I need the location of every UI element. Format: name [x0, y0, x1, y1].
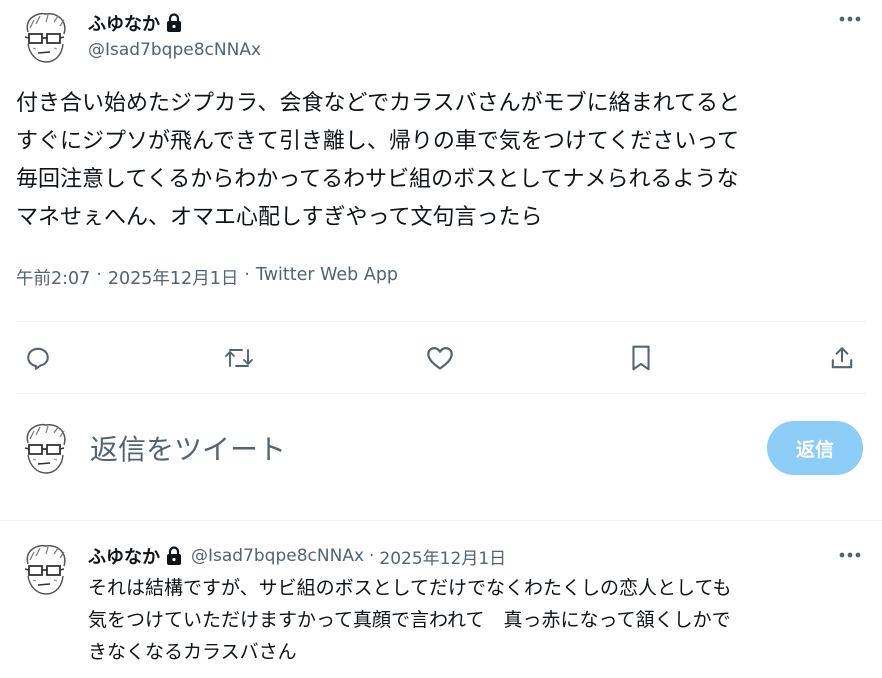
bookmark-icon[interactable]	[623, 340, 659, 376]
more-icon[interactable]	[835, 540, 865, 570]
divider	[0, 520, 882, 521]
reply-text-line: きなくなるカラスバさん	[88, 641, 297, 663]
author-display-name[interactable]: ふゆなか	[88, 10, 160, 36]
reply-author-avatar[interactable]	[16, 540, 74, 598]
reply-author-display-name[interactable]: ふゆなか	[88, 543, 160, 569]
meta-separator: ·	[369, 546, 375, 566]
author-handle[interactable]: @Isad7bqpe8cNNAx	[88, 40, 261, 60]
composer-avatar[interactable]	[16, 419, 74, 477]
tweet-source[interactable]: Twitter Web App	[256, 265, 398, 290]
meta-separator: ·	[96, 265, 102, 285]
reply-date[interactable]: 2025年12月1日	[379, 544, 506, 569]
reply-icon[interactable]	[20, 340, 56, 376]
lock-icon	[165, 13, 183, 33]
retweet-icon[interactable]	[221, 340, 257, 376]
divider	[16, 321, 866, 322]
tweet-time[interactable]: 午前2:07	[16, 265, 90, 290]
meta-separator: ·	[244, 265, 250, 285]
tweet-text-line: マネせぇへん、オマエ心配しすぎやって文句言ったら	[16, 205, 543, 230]
avatar-drawing	[24, 423, 66, 474]
tweet-text-line: 毎回注意してくるからわかってるわサビ組のボスとしてナメられるような	[16, 167, 739, 192]
lock-icon	[165, 546, 183, 566]
tweet-meta: 午前2:07 · 2025年12月1日 · Twitter Web App	[16, 265, 398, 290]
more-icon[interactable]	[835, 4, 865, 34]
reply-text: それは結構ですが、サビ組のボスとしてだけでなくわたくしの恋人としても 気をつけて…	[88, 572, 868, 668]
tweet-text-line: 付き合い始めたジプカラ、会食などでカラスバさんがモブに絡まれてると	[16, 91, 741, 116]
reply-author-handle[interactable]: @Isad7bqpe8cNNAx	[191, 546, 364, 566]
reply-text-line: 気をつけていただけますかって真顔で言われて 真っ赤になって頷くしかで	[88, 609, 731, 631]
author-name-row: ふゆなか	[88, 10, 183, 36]
share-icon[interactable]	[824, 340, 860, 376]
tweet-text-line: すぐにジプソが飛んできて引き離し、帰りの車で気をつけてくださいって	[16, 129, 740, 154]
author-handle-row: @Isad7bqpe8cNNAx	[88, 40, 261, 60]
divider	[16, 393, 866, 394]
tweet-date[interactable]: 2025年12月1日	[108, 265, 238, 290]
reply-text-line: それは結構ですが、サビ組のボスとしてだけでなくわたくしの恋人としても	[88, 577, 732, 599]
reply-header: ふゆなか @Isad7bqpe8cNNAx · 2025年12月1日	[88, 543, 506, 569]
tweet-text: 付き合い始めたジプカラ、会食などでカラスバさんがモブに絡まれてると すぐにジプソ…	[16, 85, 866, 237]
avatar-drawing	[24, 12, 66, 63]
heart-icon[interactable]	[422, 340, 458, 376]
author-avatar[interactable]	[16, 8, 74, 66]
reply-input[interactable]: 返信をツイート	[90, 428, 286, 468]
reply-button[interactable]: 返信	[767, 421, 863, 475]
avatar-drawing	[24, 544, 66, 595]
